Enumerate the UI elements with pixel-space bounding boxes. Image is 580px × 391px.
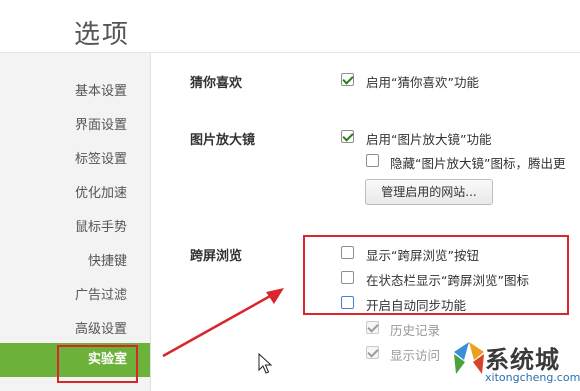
sidebar: 基本设置 界面设置 标签设置 优化加速 鼠标手势 快捷键 广告过滤 高级设置 实… — [0, 53, 151, 391]
manage-sites-button[interactable]: 管理启用的网站... — [365, 179, 493, 205]
magnifier-hide-icon-label[interactable]: 隐藏“图片放大镜”图标，腾出更 — [390, 153, 565, 172]
watermark: 系统城 xitongcheng.com — [452, 336, 580, 391]
sidebar-item-tabs[interactable]: 标签设置 — [0, 143, 150, 177]
section-title-magnifier: 图片放大镜 — [190, 133, 256, 148]
section-title-crossscreen: 跨屏浏览 — [190, 249, 243, 264]
sidebar-item-mouse-gesture[interactable]: 鼠标手势 — [0, 211, 150, 245]
highlight-box-crossscreen — [303, 235, 569, 315]
sidebar-item-shortcuts[interactable]: 快捷键 — [0, 245, 150, 279]
watermark-url: xitongcheng.com — [485, 371, 580, 384]
mouse-cursor-icon — [258, 353, 272, 374]
annotation-arrow — [162, 288, 284, 358]
sync-history-checkbox — [366, 321, 379, 334]
guess-enable-label[interactable]: 启用“猜你喜欢”功能 — [366, 72, 479, 91]
sync-history-label: 历史记录 — [390, 323, 441, 338]
sidebar-item-adblock[interactable]: 广告过滤 — [0, 279, 150, 313]
sidebar-item-advanced[interactable]: 高级设置 — [0, 313, 150, 347]
sidebar-item-interface[interactable]: 界面设置 — [0, 109, 150, 143]
magnifier-enable-checkbox[interactable] — [341, 130, 354, 143]
highlight-box-lab — [57, 345, 138, 383]
watermark-logo-icon — [454, 342, 484, 374]
section-title-guess: 猜你喜欢 — [190, 76, 243, 91]
page-title: 选项 — [74, 20, 131, 50]
sync-visited-checkbox — [366, 346, 379, 359]
magnifier-enable-label[interactable]: 启用“图片放大镜”功能 — [366, 129, 491, 148]
sync-visited-label: 显示访问 — [390, 348, 441, 363]
guess-enable-checkbox[interactable] — [341, 73, 354, 86]
sidebar-item-optimize[interactable]: 优化加速 — [0, 177, 150, 211]
magnifier-hide-icon-checkbox[interactable] — [366, 154, 379, 167]
sidebar-item-basic[interactable]: 基本设置 — [0, 75, 150, 109]
watermark-site-name: 系统城 — [485, 346, 560, 374]
